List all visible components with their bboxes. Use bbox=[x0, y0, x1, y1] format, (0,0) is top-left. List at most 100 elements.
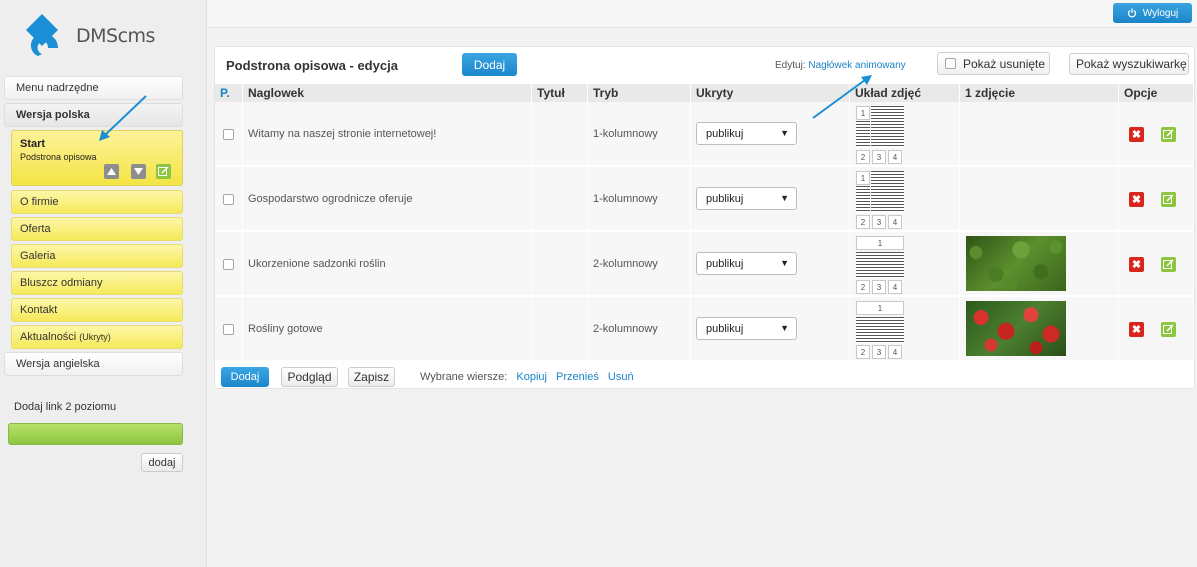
row-select-cell bbox=[215, 167, 243, 231]
menu-item-o-firmie[interactable]: O firmie bbox=[11, 190, 183, 214]
version-polish[interactable]: Wersja polska bbox=[4, 103, 183, 127]
cell-layout: 1 2 3 4 bbox=[850, 167, 960, 231]
table-header: P. Naglowek Tytuł Tryb Ukryty Układ zdję… bbox=[215, 84, 1194, 102]
dropdown-caret-icon: ▼ bbox=[780, 258, 789, 268]
copy-link[interactable]: Kopiuj bbox=[516, 371, 547, 383]
col-opcje: Opcje bbox=[1119, 84, 1194, 102]
version-english[interactable]: Wersja angielska bbox=[4, 352, 183, 376]
delete-row-button[interactable]: ✖ bbox=[1129, 322, 1144, 337]
cell-photo bbox=[960, 232, 1119, 296]
col-tytul[interactable]: Tytuł bbox=[532, 84, 588, 102]
cell-layout: 1 2 3 4 bbox=[850, 297, 960, 361]
cell-layout: 1 2 3 4 bbox=[850, 232, 960, 296]
row-select-cell bbox=[215, 102, 243, 166]
page-title: Podstrona opisowa - edycja bbox=[226, 58, 398, 73]
edit-row-button[interactable] bbox=[1161, 322, 1176, 337]
cell-naglowek: Witamy na naszej stronie internetowej! bbox=[243, 102, 532, 166]
close-icon: ✖ bbox=[1131, 259, 1142, 271]
menu-item-label: Oferta bbox=[20, 223, 51, 235]
cell-options: ✖ bbox=[1119, 297, 1194, 361]
arrow-down-icon bbox=[134, 168, 143, 175]
edit-row-button[interactable] bbox=[1161, 127, 1176, 142]
menu-item-label: O firmie bbox=[20, 196, 59, 208]
start-title: Start bbox=[20, 138, 46, 150]
delete-row-button[interactable]: ✖ bbox=[1129, 257, 1144, 272]
show-search-button[interactable]: Pokaż wyszukiwarkę bbox=[1069, 53, 1189, 75]
row-checkbox[interactable] bbox=[223, 258, 234, 270]
col-photo[interactable]: 1 zdjęcie bbox=[960, 84, 1119, 102]
cell-ukryty: publikuj ▼ bbox=[691, 167, 850, 231]
cell-tytul bbox=[532, 232, 588, 296]
row-checkbox[interactable] bbox=[223, 323, 234, 335]
col-p[interactable]: P. bbox=[215, 84, 243, 102]
delete-row-button[interactable]: ✖ bbox=[1129, 127, 1144, 142]
menu-item-label: Kontakt bbox=[20, 304, 58, 316]
dropdown-caret-icon: ▼ bbox=[780, 323, 789, 333]
delete-row-button[interactable]: ✖ bbox=[1129, 192, 1144, 207]
checkbox[interactable] bbox=[945, 58, 956, 69]
edit-row-button[interactable] bbox=[1161, 257, 1176, 272]
bulk-actions-label: Wybrane wiersze: bbox=[420, 371, 508, 383]
edit-start-button[interactable] bbox=[156, 164, 171, 179]
table-row: Rośliny gotowe 2-kolumnowy publikuj ▼ 1 2… bbox=[215, 297, 1194, 361]
move-link[interactable]: Przenieś bbox=[556, 371, 599, 383]
move-down-button[interactable] bbox=[131, 164, 146, 179]
menu-item-kontakt[interactable]: Kontakt bbox=[11, 298, 183, 322]
add-button-bottom[interactable]: Dodaj bbox=[221, 367, 269, 387]
layout-two-column[interactable]: 1 2 3 4 bbox=[856, 236, 904, 294]
table-row: Witamy na naszej stronie internetowej! 1… bbox=[215, 102, 1194, 166]
visibility-select[interactable]: publikuj ▼ bbox=[696, 252, 797, 275]
logo-icon bbox=[26, 14, 58, 56]
cell-tytul bbox=[532, 102, 588, 166]
edit-prefix: Edytuj: bbox=[775, 60, 806, 71]
cell-ukryty: publikuj ▼ bbox=[691, 297, 850, 361]
row-select-cell bbox=[215, 297, 243, 361]
menu-item-aktualnosci[interactable]: Aktualności (Ukryty) bbox=[11, 325, 183, 349]
menu-parent[interactable]: Menu nadrzędne bbox=[4, 76, 183, 100]
cell-naglowek: Rośliny gotowe bbox=[243, 297, 532, 361]
cell-photo bbox=[960, 102, 1119, 166]
cell-tryb: 2-kolumnowy bbox=[588, 297, 691, 361]
photo-thumbnail-leaves[interactable] bbox=[966, 236, 1066, 291]
delete-link[interactable]: Usuń bbox=[608, 371, 634, 383]
add-link-input[interactable] bbox=[8, 423, 183, 445]
layout-two-column[interactable]: 1 2 3 4 bbox=[856, 301, 904, 359]
preview-button[interactable]: Podgląd bbox=[281, 367, 338, 387]
add-link-button[interactable]: dodaj bbox=[141, 453, 183, 472]
layout-one-column[interactable]: 1 2 3 4 bbox=[856, 171, 904, 229]
col-naglowek[interactable]: Naglowek bbox=[243, 84, 532, 102]
cell-tytul bbox=[532, 297, 588, 361]
logout-button[interactable]: Wyloguj bbox=[1113, 3, 1192, 23]
edit-link[interactable]: Nagłówek animowany bbox=[808, 60, 905, 71]
row-checkbox[interactable] bbox=[223, 193, 234, 205]
menu-item-label: Bluszcz odmiany bbox=[20, 277, 103, 289]
arrow-up-icon bbox=[107, 168, 116, 175]
menu-item-oferta[interactable]: Oferta bbox=[11, 217, 183, 241]
photo-thumbnail-flowers[interactable] bbox=[966, 301, 1066, 356]
cell-naglowek: Ukorzenione sadzonki roślin bbox=[243, 232, 532, 296]
edit-icon bbox=[1163, 194, 1174, 204]
table-row: Gospodarstwo ogrodnicze oferuje 1-kolumn… bbox=[215, 167, 1194, 231]
start-subtitle: Podstrona opisowa bbox=[20, 152, 97, 162]
col-tryb[interactable]: Tryb bbox=[588, 84, 691, 102]
menu-item-galeria[interactable]: Galeria bbox=[11, 244, 183, 268]
edit-icon bbox=[158, 166, 169, 176]
close-icon: ✖ bbox=[1131, 194, 1142, 206]
visibility-select[interactable]: publikuj ▼ bbox=[696, 187, 797, 210]
edit-row-button[interactable] bbox=[1161, 192, 1176, 207]
power-icon bbox=[1127, 8, 1136, 18]
hidden-note: (Ukryty) bbox=[79, 332, 111, 342]
edit-panel: Podstrona opisowa - edycja Dodaj Edytuj:… bbox=[214, 46, 1195, 389]
show-deleted-toggle[interactable]: Pokaż usunięte bbox=[937, 52, 1050, 75]
visibility-select[interactable]: publikuj ▼ bbox=[696, 122, 797, 145]
menu-item-bluszcz[interactable]: Bluszcz odmiany bbox=[11, 271, 183, 295]
bulk-actions: Wybrane wiersze: Kopiuj Przenieś Usuń bbox=[420, 371, 634, 383]
logo: DMScms bbox=[24, 12, 184, 62]
close-icon: ✖ bbox=[1131, 129, 1142, 141]
row-checkbox[interactable] bbox=[223, 128, 234, 140]
add-button-top[interactable]: Dodaj bbox=[462, 53, 517, 76]
move-up-button[interactable] bbox=[104, 164, 119, 179]
save-button[interactable]: Zapisz bbox=[348, 367, 395, 387]
cell-photo bbox=[960, 297, 1119, 361]
visibility-select[interactable]: publikuj ▼ bbox=[696, 317, 797, 340]
